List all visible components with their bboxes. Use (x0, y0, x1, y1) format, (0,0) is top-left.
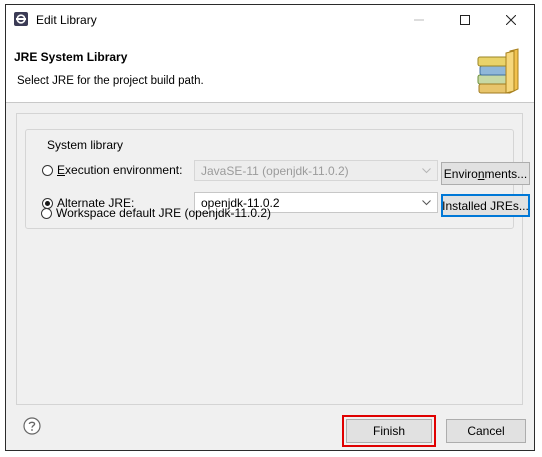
content-area: System library Execution environment: Ja… (16, 113, 530, 405)
finish-button[interactable]: Finish (346, 419, 432, 443)
button-label: Cancel (467, 424, 505, 438)
title-bar: Edit Library (6, 5, 534, 35)
window-title: Edit Library (36, 13, 97, 27)
chevron-down-icon (422, 200, 431, 206)
page-title: JRE System Library (14, 50, 128, 64)
library-books-icon (477, 48, 519, 94)
cancel-button[interactable]: Cancel (446, 419, 526, 443)
minimize-icon (414, 19, 424, 21)
close-button[interactable] (488, 5, 534, 35)
close-icon (506, 15, 516, 25)
wizard-header: JRE System Library Select JRE for the pr… (6, 35, 534, 103)
radio-button[interactable] (41, 207, 52, 219)
eclipse-app-icon (14, 12, 28, 26)
group-legend: System library (44, 138, 127, 152)
maximize-button[interactable] (442, 5, 488, 35)
page-description: Select JRE for the project build path. (17, 75, 204, 87)
radio-label: Workspace default JRE (openjdk-11.0.2) (56, 206, 271, 220)
radio-label: Execution environment: (57, 163, 183, 177)
minimize-button[interactable] (396, 5, 442, 35)
radio-workspace-default-jre[interactable]: Workspace default JRE (openjdk-11.0.2) (41, 206, 271, 220)
installed-jres-button[interactable]: Installed JREs... (441, 194, 530, 217)
dialog-window: Edit Library JRE System Library Select J… (5, 4, 535, 451)
environments-button[interactable]: Environments... (441, 162, 530, 185)
button-label: Finish (372, 424, 405, 438)
execution-environment-combo[interactable]: JavaSE-11 (openjdk-11.0.2) (194, 160, 438, 181)
help-icon[interactable] (23, 417, 41, 435)
button-label: Installed JREs... (442, 198, 529, 213)
radio-execution-environment[interactable]: Execution environment: (42, 163, 182, 177)
radio-button[interactable] (42, 164, 53, 176)
chevron-down-icon (422, 168, 431, 174)
maximize-icon (460, 15, 470, 25)
button-label: Environments... (443, 166, 528, 181)
combo-value: JavaSE-11 (openjdk-11.0.2) (201, 164, 349, 178)
